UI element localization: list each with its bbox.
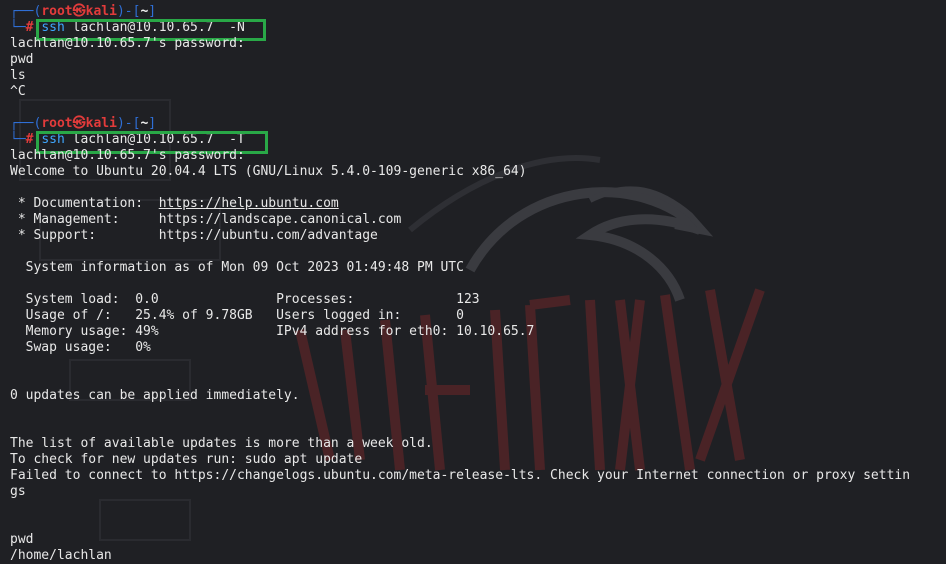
prompt-line-2: ┌──(root㉿kali)-[~]	[10, 116, 157, 131]
system-stat-line: Swap usage: 0%	[10, 340, 151, 355]
output-line: lachlan@10.10.65.7's password:	[10, 36, 245, 51]
welcome-message: Welcome to Ubuntu 20.04.4 LTS (GNU/Linux…	[10, 164, 527, 179]
output-line: ^C	[10, 84, 26, 99]
system-stat-line: Memory usage: 49% IPv4 address for eth0:…	[10, 324, 535, 339]
prompt-at-symbol: ㉿	[72, 4, 86, 19]
management-line: * Management: https://landscape.canonica…	[10, 212, 402, 227]
system-stat-line: Usage of /: 25.4% of 9.78GB Users logged…	[10, 308, 464, 323]
check-updates-line: To check for new updates run: sudo apt u…	[10, 452, 363, 467]
prompt-host: kali	[85, 116, 117, 131]
system-info-header: System information as of Mon 09 Oct 2023…	[10, 260, 464, 275]
output-line: ls	[10, 68, 26, 83]
prompt-host: kali	[85, 4, 117, 19]
output-line: pwd	[10, 52, 34, 67]
pwd-command: pwd	[10, 532, 34, 547]
documentation-line: * Documentation: https://help.ubuntu.com	[10, 196, 339, 212]
updates-line: 0 updates can be applied immediately.	[10, 388, 300, 403]
prompt-at-symbol: ㉿	[72, 116, 86, 131]
prompt-line-1: ┌──(root㉿kali)-[~]	[10, 4, 157, 19]
password-prompt: lachlan@10.10.65.7's password:	[10, 148, 245, 163]
updates-old-line: The list of available updates is more th…	[10, 436, 433, 451]
connection-failed-wrap: gs	[10, 484, 26, 499]
documentation-label: * Documentation:	[10, 196, 159, 211]
connection-failed-line: Failed to connect to https://changelogs.…	[10, 468, 911, 483]
documentation-link[interactable]: https://help.ubuntu.com	[159, 196, 339, 211]
prompt-user: root	[41, 116, 73, 131]
prompt-user: root	[41, 4, 73, 19]
terminal-window[interactable]: ┌──(root㉿kali)-[~] └─# ssh lachlan@10.10…	[0, 0, 946, 563]
system-stat-line: System load: 0.0 Processes: 123	[10, 292, 480, 307]
support-line: * Support: https://ubuntu.com/advantage	[10, 228, 378, 243]
